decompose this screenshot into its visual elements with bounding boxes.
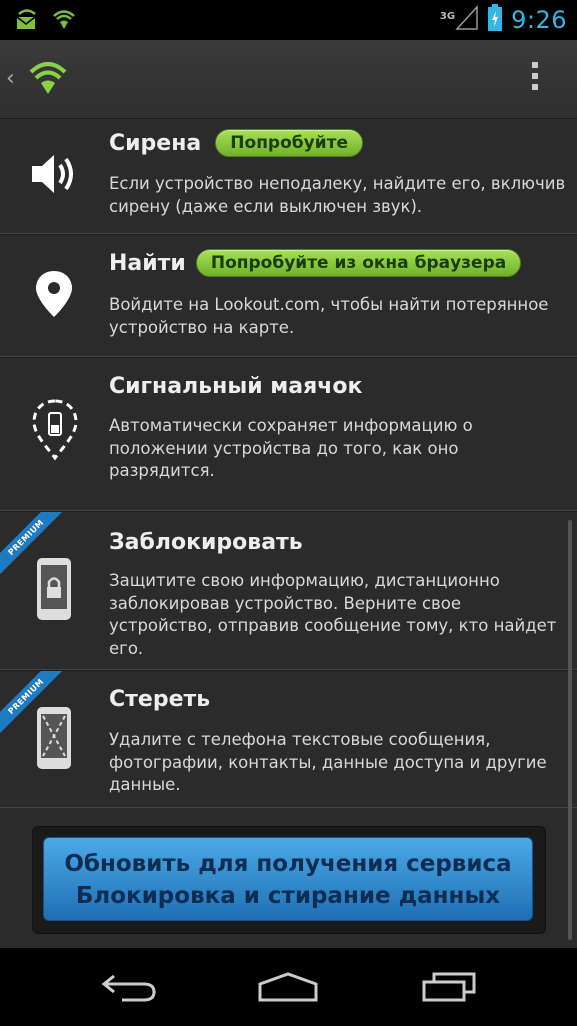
phone-lock-icon <box>36 557 72 625</box>
home-icon[interactable] <box>256 972 320 1008</box>
back-caret-icon[interactable]: ‹ <box>6 66 15 91</box>
signal-flare-icon <box>30 398 80 468</box>
location-pin-icon <box>34 269 74 323</box>
overflow-menu-icon[interactable] <box>531 62 539 95</box>
upgrade-button[interactable]: Обновить для получения сервиса Блокировк… <box>43 837 533 921</box>
clock: 9:26 <box>511 6 567 34</box>
item-description: Защитите свою информацию, дистанционно з… <box>109 571 557 658</box>
item-title: Сирена <box>109 130 202 156</box>
upgrade-line-1: Обновить для получения сервиса <box>64 851 512 877</box>
phone-wipe-icon <box>36 706 72 774</box>
item-description: Войдите на Lookout.com, чтобы найти поте… <box>109 295 549 337</box>
lookout-shield-icon <box>52 8 76 36</box>
list-item-siren: Сирена Попробуйте Если устройство непода… <box>0 118 577 234</box>
list-item-signal-flare: Сигнальный маячок Автоматически сохраняе… <box>0 357 577 511</box>
network-type: 3G <box>439 10 456 22</box>
navigation-bar <box>0 948 577 1026</box>
item-title: Найти <box>109 250 186 276</box>
lookout-mail-icon <box>14 8 40 36</box>
recent-apps-icon[interactable] <box>420 972 478 1008</box>
upgrade-panel: Обновить для получения сервиса Блокировк… <box>32 826 546 934</box>
try-find-browser-button[interactable]: Попробуйте из окна браузера <box>195 249 522 277</box>
upgrade-line-2: Блокировка и стирание данных <box>75 883 501 909</box>
try-siren-button[interactable]: Попробуйте <box>215 129 364 157</box>
item-description: Удалите с телефона текстовые сообщения, … <box>109 730 547 794</box>
list-item-lock: PREMIUM Заблокировать Защитите свою инфо… <box>0 511 577 670</box>
feature-list: Сирена Попробуйте Если устройство непода… <box>0 118 577 808</box>
list-item-find: Найти Попробуйте из окна браузера Войдит… <box>0 234 577 357</box>
speaker-icon <box>26 149 82 203</box>
scrollbar[interactable] <box>568 520 572 940</box>
item-title: Стереть <box>109 687 211 712</box>
item-description: Автоматически сохраняет информацию о пол… <box>109 416 473 480</box>
action-bar: ‹ <box>0 40 577 119</box>
signal-icon <box>455 5 479 35</box>
lookout-logo-icon[interactable] <box>28 58 68 102</box>
item-title: Сигнальный маячок <box>109 374 363 399</box>
battery-icon <box>487 4 503 36</box>
item-title: Заблокировать <box>109 530 303 555</box>
list-item-wipe: PREMIUM Стереть Удалите с телефона текст… <box>0 670 577 808</box>
back-icon[interactable] <box>100 972 158 1008</box>
status-bar: 3G 9:26 <box>0 0 577 40</box>
item-description: Если устройство неподалеку, найдите его,… <box>109 174 566 216</box>
